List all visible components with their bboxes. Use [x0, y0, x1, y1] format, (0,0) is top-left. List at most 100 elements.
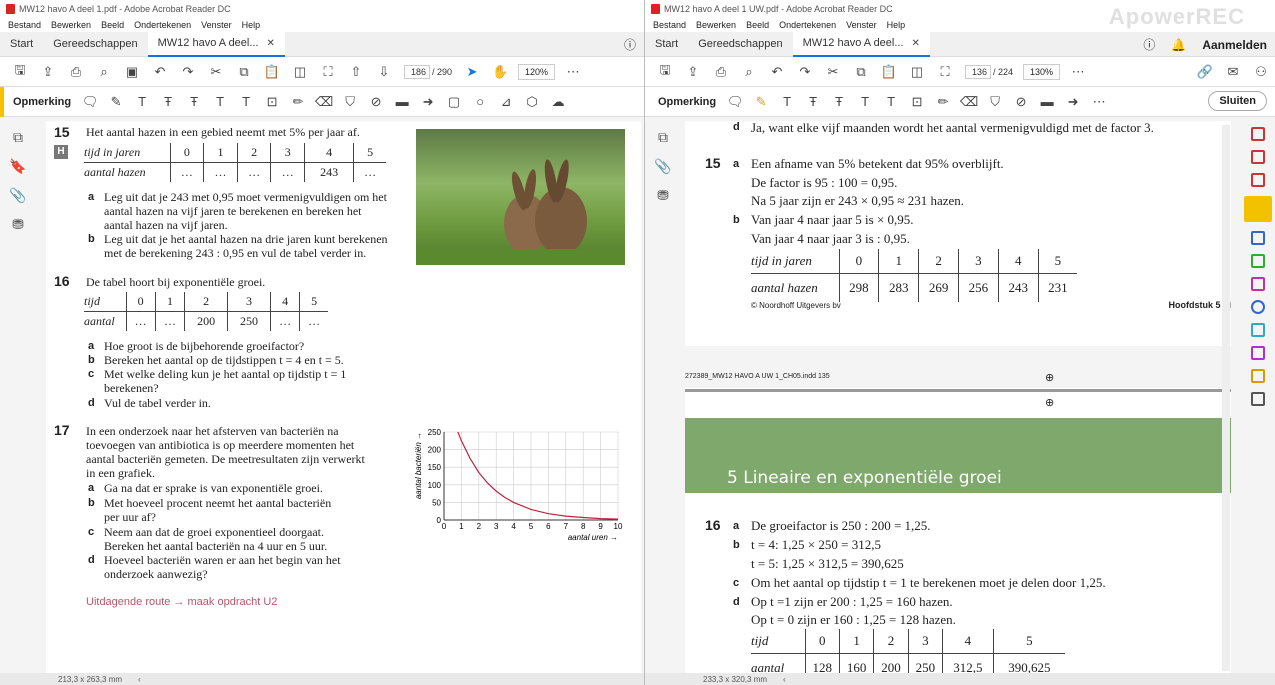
create-pdf-icon[interactable] [1251, 150, 1265, 164]
sticky-note-icon[interactable]: 🗨 [77, 90, 103, 114]
cloud-icon[interactable]: ☁ [545, 90, 571, 114]
help-icon[interactable]: ⓘ [1143, 36, 1155, 53]
combine-icon[interactable] [1251, 231, 1265, 245]
bell-icon[interactable]: 🔔 [1171, 38, 1186, 52]
menu-beeld[interactable]: Beeld [746, 20, 769, 30]
line-icon[interactable]: ▬ [1034, 90, 1060, 114]
text-box-icon[interactable]: ⊡ [904, 90, 930, 114]
menu-ondertekenen[interactable]: Ondertekenen [779, 20, 836, 30]
stamp-icon[interactable]: ⛉ [337, 90, 363, 114]
paste-icon[interactable]: 📋 [875, 60, 903, 84]
scan-icon[interactable]: ▣ [118, 60, 146, 84]
more-tools-icon[interactable] [1251, 392, 1265, 406]
save-icon[interactable]: 🖫 [651, 60, 679, 84]
menu-venster[interactable]: Venster [846, 20, 877, 30]
find-icon[interactable]: ⛶ [931, 60, 959, 84]
menu-bewerken[interactable]: Bewerken [696, 20, 736, 30]
eraser-icon[interactable]: ⌫ [311, 90, 337, 114]
polygon-icon[interactable]: ⬡ [519, 90, 545, 114]
close-tab-icon[interactable]: ✕ [912, 31, 920, 56]
menu-ondertekenen[interactable]: Ondertekenen [134, 20, 191, 30]
more-icon[interactable]: ⋯ [1086, 90, 1112, 114]
accessibility-icon[interactable]: ⛃ [12, 216, 24, 233]
menu-help[interactable]: Help [242, 20, 261, 30]
rectangle-icon[interactable]: ▢ [441, 90, 467, 114]
copy-icon[interactable]: ⧉ [230, 60, 258, 84]
scroll-left-icon[interactable]: ‹ [783, 675, 786, 684]
paste-icon[interactable]: 📋 [258, 60, 286, 84]
text-box-icon[interactable]: ⊡ [259, 90, 285, 114]
upload-icon[interactable]: ⇪ [34, 60, 62, 84]
zoom-select[interactable]: 120% [518, 63, 556, 80]
mail-icon[interactable]: ✉ [1219, 60, 1247, 84]
accessibility-icon[interactable]: ⛃ [657, 187, 669, 204]
copy-icon[interactable]: ⧉ [847, 60, 875, 84]
menu-beeld[interactable]: Beeld [101, 20, 124, 30]
undo-icon[interactable]: ↶ [146, 60, 174, 84]
search-icon[interactable]: ⌕ [90, 60, 118, 84]
menu-bewerken[interactable]: Bewerken [51, 20, 91, 30]
edit-pdf-icon[interactable] [1251, 173, 1265, 187]
close-tab-icon[interactable]: ✕ [267, 31, 275, 56]
arrow-icon[interactable]: ➜ [415, 90, 441, 114]
tab-start[interactable]: Start [645, 32, 688, 57]
sticky-note-icon[interactable]: 🗨 [722, 90, 748, 114]
vertical-scrollbar[interactable] [1222, 125, 1230, 671]
pencil-icon[interactable]: ✏ [285, 90, 311, 114]
help-icon[interactable]: ⓘ [624, 36, 636, 53]
add-text-icon[interactable]: T [878, 90, 904, 114]
select-cursor-icon[interactable]: ➤ [458, 60, 486, 84]
upload-icon[interactable]: ⇪ [679, 60, 707, 84]
organize-icon[interactable] [1251, 254, 1265, 268]
tab-tools[interactable]: Gereedschappen [43, 32, 147, 57]
redo-icon[interactable]: ↷ [174, 60, 202, 84]
challenge-route-link[interactable]: Uitdagende route → maak opdracht U2 [86, 596, 277, 608]
attach-icon[interactable]: ⊘ [1008, 90, 1034, 114]
strikethrough-icon[interactable]: Ŧ [800, 90, 826, 114]
scroll-left-icon[interactable]: ‹ [138, 675, 141, 684]
eraser-icon[interactable]: ⌫ [956, 90, 982, 114]
snapshot-icon[interactable]: ◫ [903, 60, 931, 84]
sign-in-button[interactable]: Aanmelden [1202, 38, 1267, 52]
save-icon[interactable]: 🖫 [6, 60, 34, 84]
replace-text-icon[interactable]: Ŧ [826, 90, 852, 114]
send-sign-icon[interactable] [1251, 346, 1265, 360]
hand-icon[interactable]: ✋ [486, 60, 514, 84]
more-icon[interactable]: ⋯ [1064, 60, 1092, 84]
strikethrough-icon[interactable]: Ŧ [155, 90, 181, 114]
page-input[interactable]: 136 [965, 64, 991, 79]
polyline-icon[interactable]: ⊿ [493, 90, 519, 114]
menu-bestand[interactable]: Bestand [8, 20, 41, 30]
page-input[interactable]: 186 [404, 64, 430, 79]
link-icon[interactable]: 🔗 [1191, 60, 1219, 84]
cut-icon[interactable]: ✂ [202, 60, 230, 84]
pages-icon[interactable]: ⧉ [13, 129, 23, 146]
oval-icon[interactable]: ○ [467, 90, 493, 114]
insert-text-icon[interactable]: T [852, 90, 878, 114]
menu-help[interactable]: Help [887, 20, 906, 30]
stamp-icon[interactable]: ⛉ [982, 90, 1008, 114]
close-comment-button[interactable]: Sluiten [1208, 91, 1267, 111]
find-icon[interactable]: ⛶ [314, 60, 342, 84]
highlight-icon[interactable]: ✎ [103, 90, 129, 114]
print-icon[interactable]: ⎙ [707, 60, 735, 84]
comment-tool-icon[interactable] [1244, 196, 1272, 222]
arrow-icon[interactable]: ➜ [1060, 90, 1086, 114]
pages-icon[interactable]: ⧉ [658, 129, 668, 146]
attachments-icon[interactable]: 📎 [9, 187, 26, 204]
zoom-select[interactable]: 130% [1023, 63, 1061, 80]
cut-icon[interactable]: ✂ [819, 60, 847, 84]
bookmark-icon[interactable]: 🔖 [9, 158, 26, 175]
redo-icon[interactable]: ↷ [791, 60, 819, 84]
snapshot-icon[interactable]: ◫ [286, 60, 314, 84]
underline-text-icon[interactable]: T [774, 90, 800, 114]
fill-sign-icon[interactable] [1251, 277, 1265, 291]
insert-text-icon[interactable]: T [207, 90, 233, 114]
highlight-icon[interactable]: ✎ [748, 90, 774, 114]
optimize-icon[interactable] [1251, 323, 1265, 337]
page-up-icon[interactable]: ⇧ [342, 60, 370, 84]
replace-text-icon[interactable]: Ŧ [181, 90, 207, 114]
prepare-form-icon[interactable] [1251, 369, 1265, 383]
print-icon[interactable]: ⎙ [62, 60, 90, 84]
undo-icon[interactable]: ↶ [763, 60, 791, 84]
